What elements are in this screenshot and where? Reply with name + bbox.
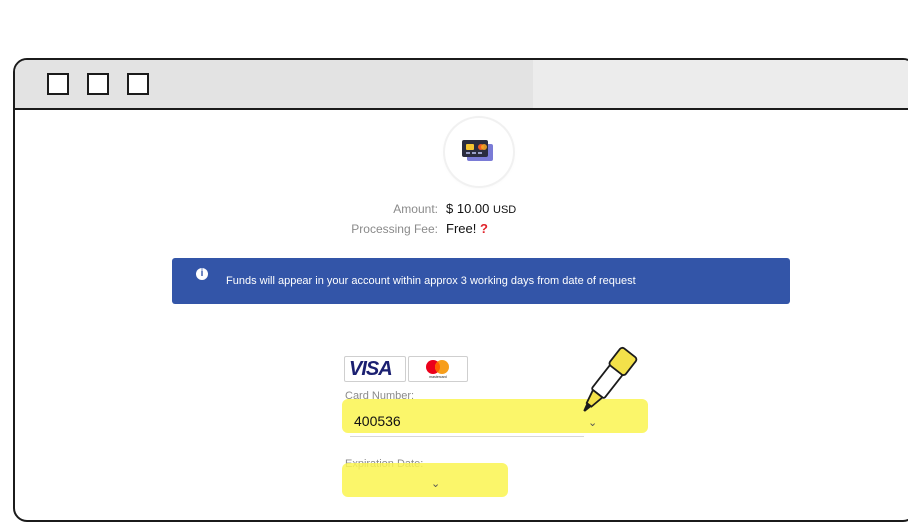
- payment-content: Amount: $ 10.00 USD Processing Fee: Free…: [15, 110, 908, 520]
- window-control-button[interactable]: [87, 73, 109, 95]
- chevron-down-icon[interactable]: ⌄: [431, 477, 440, 490]
- fee-value-group: Free! ?: [446, 221, 488, 236]
- window-control-button[interactable]: [127, 73, 149, 95]
- info-banner: i Funds will appear in your account with…: [172, 258, 790, 304]
- info-icon: i: [196, 268, 208, 280]
- window-control-button[interactable]: [47, 73, 69, 95]
- amount-value: $ 10.00 USD: [446, 201, 516, 216]
- browser-window: Amount: $ 10.00 USD Processing Fee: Free…: [13, 58, 908, 522]
- mastercard-logo: mastercard: [408, 356, 468, 382]
- card-number-input[interactable]: [350, 406, 584, 437]
- fee-row: Processing Fee:: [315, 222, 438, 238]
- address-bar[interactable]: [533, 60, 908, 108]
- fee-help-link[interactable]: ?: [480, 221, 488, 236]
- amount-label: Amount:: [393, 202, 438, 216]
- credit-card-icon: [445, 118, 513, 186]
- visa-brand-label: VISA: [349, 358, 393, 380]
- amount-currency: USD: [493, 204, 517, 216]
- fee-value: Free!: [446, 221, 477, 236]
- visa-logo: VISA: [344, 356, 406, 382]
- mastercard-wordmark: mastercard: [429, 375, 447, 379]
- expiration-date-select[interactable]: ⌄: [345, 463, 505, 491]
- info-banner-text: Funds will appear in your account within…: [226, 275, 636, 287]
- title-bar: [15, 60, 908, 110]
- amount-row: Amount:: [315, 202, 438, 218]
- highlighter-pen-icon: [560, 328, 660, 428]
- amount-number: $ 10.00: [446, 201, 490, 216]
- fee-label: Processing Fee:: [351, 222, 438, 236]
